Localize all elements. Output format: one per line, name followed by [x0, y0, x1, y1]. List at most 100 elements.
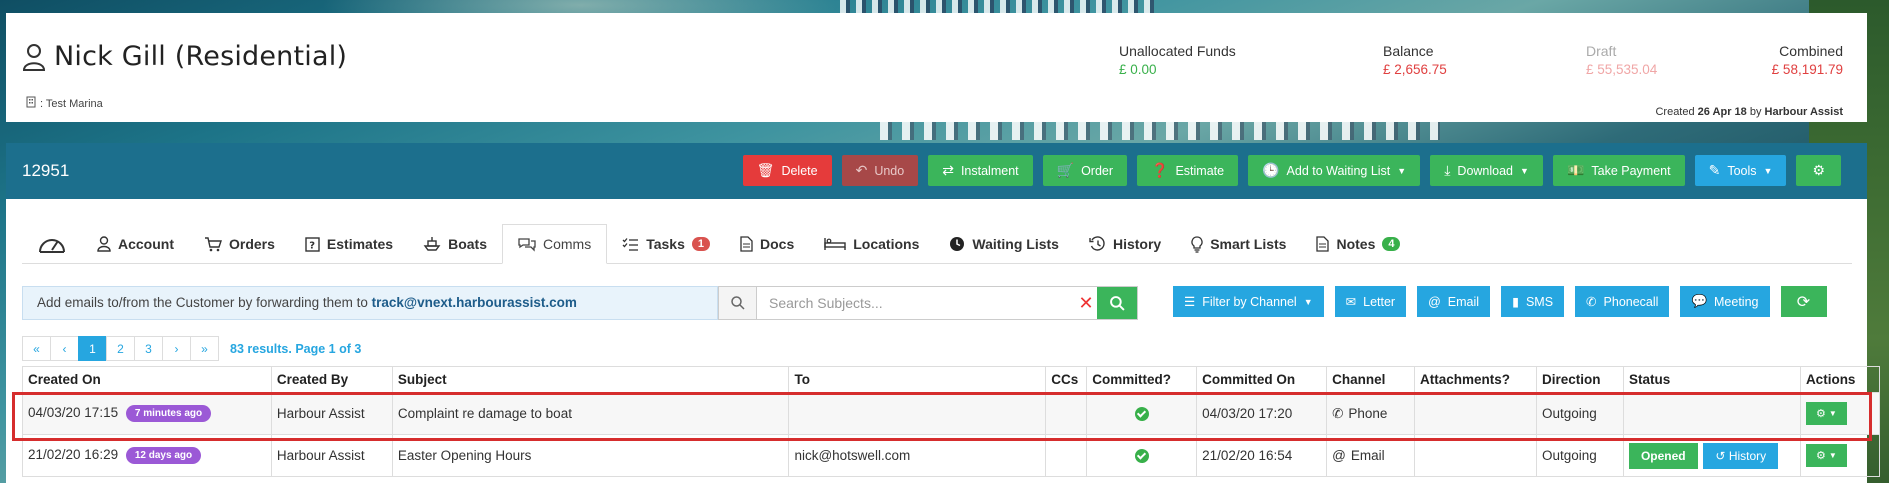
page-title: Nick Gill (Residential) [54, 41, 348, 72]
column-header[interactable]: Committed? [1086, 366, 1198, 393]
tab-locations[interactable]: Locations [809, 224, 934, 264]
order-button[interactable]: 🛒 Order [1042, 155, 1128, 186]
first-page-button[interactable]: « [22, 336, 51, 361]
next-page-button[interactable]: › [162, 336, 191, 361]
instalment-label: Instalment [960, 163, 1019, 178]
column-header[interactable]: Channel [1326, 366, 1416, 393]
tab-orders[interactable]: Orders [189, 224, 290, 264]
column-header[interactable]: Direction [1536, 366, 1624, 393]
subject-cell: Complaint re damage to boat [391, 392, 790, 435]
refresh-button[interactable]: ⟳ [1780, 286, 1827, 317]
search-subjects-input[interactable] [757, 287, 1075, 319]
tab-label: History [1112, 236, 1162, 252]
instalment-button[interactable]: ⇄ Instalment [928, 155, 1033, 186]
column-header[interactable]: Status [1622, 366, 1801, 393]
notes-icon [1316, 236, 1330, 252]
direction-cell: Outgoing [1536, 392, 1624, 435]
tab-waiting-lists[interactable]: Waiting Lists [934, 224, 1074, 264]
column-header[interactable]: Attachments? [1414, 366, 1537, 393]
tab-estimates[interactable]: ? Estimates [290, 224, 408, 264]
page-1-button[interactable]: 1 [78, 336, 107, 361]
table-row[interactable]: 21/02/20 16:29 12 days ago Harbour Assis… [22, 434, 1881, 477]
caret-down-icon: ▼ [1303, 296, 1313, 307]
new-sms-button[interactable]: ▮ SMS [1501, 286, 1565, 317]
prev-page-button[interactable]: ‹ [50, 336, 79, 361]
person-icon [22, 43, 46, 71]
record-id: 12951 [22, 161, 70, 180]
new-email-button[interactable]: @ Email [1417, 286, 1491, 317]
gear-icon: ⚙ [1815, 450, 1826, 462]
question-icon: ❓ [1151, 162, 1169, 178]
column-header[interactable]: Created On [22, 366, 272, 393]
subject-cell: Easter Opening Hours [391, 434, 790, 477]
user-icon [97, 236, 111, 252]
settings-button[interactable]: ⚙ [1796, 155, 1841, 186]
undo-icon: ↶ [855, 162, 868, 178]
comms-table: Created On Created By Subject To CCs Com… [22, 366, 1881, 477]
tab-account[interactable]: Account [82, 224, 189, 264]
table-header-row: Created On Created By Subject To CCs Com… [22, 366, 1881, 393]
undo-button[interactable]: ↶ Undo [841, 155, 919, 186]
committed-on-cell: 21/02/20 16:54 [1196, 434, 1328, 477]
committed-cell [1086, 392, 1198, 435]
page-3-button[interactable]: 3 [134, 336, 163, 361]
caret-down-icon: ▼ [1828, 451, 1837, 460]
tab-history[interactable]: History [1074, 224, 1176, 264]
committed-on-cell: 04/03/20 17:20 [1196, 392, 1328, 435]
column-header[interactable]: Committed On [1196, 366, 1328, 393]
tab-tasks[interactable]: Tasks 1 [607, 224, 725, 264]
opened-status-button[interactable]: Opened [1628, 442, 1698, 469]
page-2-button[interactable]: 2 [106, 336, 135, 361]
magic-wand-icon: ✎ [1708, 162, 1721, 178]
new-phonecall-button[interactable]: ✆ Phonecall [1575, 286, 1670, 317]
tab-label: Waiting Lists [972, 236, 1059, 252]
undo-label: Undo [874, 163, 905, 178]
at-icon: @ [1428, 294, 1441, 309]
last-page-button[interactable]: » [190, 336, 219, 361]
tab-notes[interactable]: Notes 4 [1301, 224, 1415, 264]
row-actions-button[interactable]: ⚙ ▼ [1805, 444, 1847, 467]
channel-cell: ✆ Phone [1326, 392, 1416, 435]
phone-icon: ✆ [1332, 405, 1344, 421]
tab-smart-lists[interactable]: Smart Lists [1176, 224, 1301, 264]
tools-button[interactable]: ✎ Tools ▼ [1694, 155, 1787, 186]
clear-search-icon[interactable]: ✕ [1075, 287, 1097, 319]
created-by-cell: Harbour Assist [270, 434, 393, 477]
created-on-cell: 04/03/20 17:15 7 minutes ago [22, 392, 272, 435]
table-row[interactable]: 04/03/20 17:15 7 minutes ago Harbour Ass… [22, 392, 1881, 435]
refresh-icon: ⇄ [942, 162, 954, 178]
delete-button[interactable]: 🗑 Delete [742, 155, 832, 186]
cart-icon [204, 236, 222, 252]
direction-cell: Outgoing [1536, 434, 1624, 477]
new-letter-button[interactable]: ✉ Letter [1334, 286, 1407, 317]
combined: Combined £ 58,191.79 [1772, 43, 1843, 77]
column-header[interactable]: Created By [270, 366, 393, 393]
filter-by-channel-button[interactable]: ☰ Filter by Channel ▼ [1173, 286, 1324, 317]
email-forward-info: Add emails to/from the Customer by forwa… [22, 286, 718, 320]
new-meeting-button[interactable]: 💬 Meeting [1680, 286, 1770, 317]
status-cell [1622, 392, 1801, 435]
row-actions-button[interactable]: ⚙ ▼ [1805, 402, 1847, 425]
download-button[interactable]: ⤓ Download ▼ [1430, 155, 1543, 186]
tab-boats[interactable]: Boats [408, 224, 502, 264]
column-header[interactable]: Actions [1799, 366, 1881, 393]
search-button[interactable] [1097, 287, 1137, 319]
main-panel: 12951 🗑 Delete ↶ Undo ⇄ Instalment 🛒 Ord… [6, 143, 1881, 483]
column-header[interactable]: CCs [1045, 366, 1088, 393]
history-button[interactable]: ↺ History [1703, 442, 1779, 469]
column-header[interactable]: Subject [391, 366, 790, 393]
actions-cell: ⚙ ▼ [1799, 392, 1881, 435]
estimate-button[interactable]: ❓ Estimate [1137, 155, 1239, 186]
tab-comms[interactable]: Comms [501, 224, 608, 264]
tab-dashboard[interactable] [22, 224, 82, 264]
meeting-label: Meeting [1714, 294, 1759, 309]
notes-count-badge: 4 [1382, 237, 1401, 251]
tab-docs[interactable]: Docs [725, 224, 809, 264]
trash-icon: 🗑 [756, 162, 775, 178]
attachments-cell [1414, 434, 1537, 477]
draft: Draft £ 55,535.04 [1586, 43, 1657, 77]
search-icon [1109, 295, 1125, 311]
column-header[interactable]: To [788, 366, 1047, 393]
take-payment-button[interactable]: 💵 Take Payment [1552, 155, 1685, 186]
add-to-waiting-list-button[interactable]: 🕒 Add to Waiting List ▼ [1248, 155, 1421, 186]
